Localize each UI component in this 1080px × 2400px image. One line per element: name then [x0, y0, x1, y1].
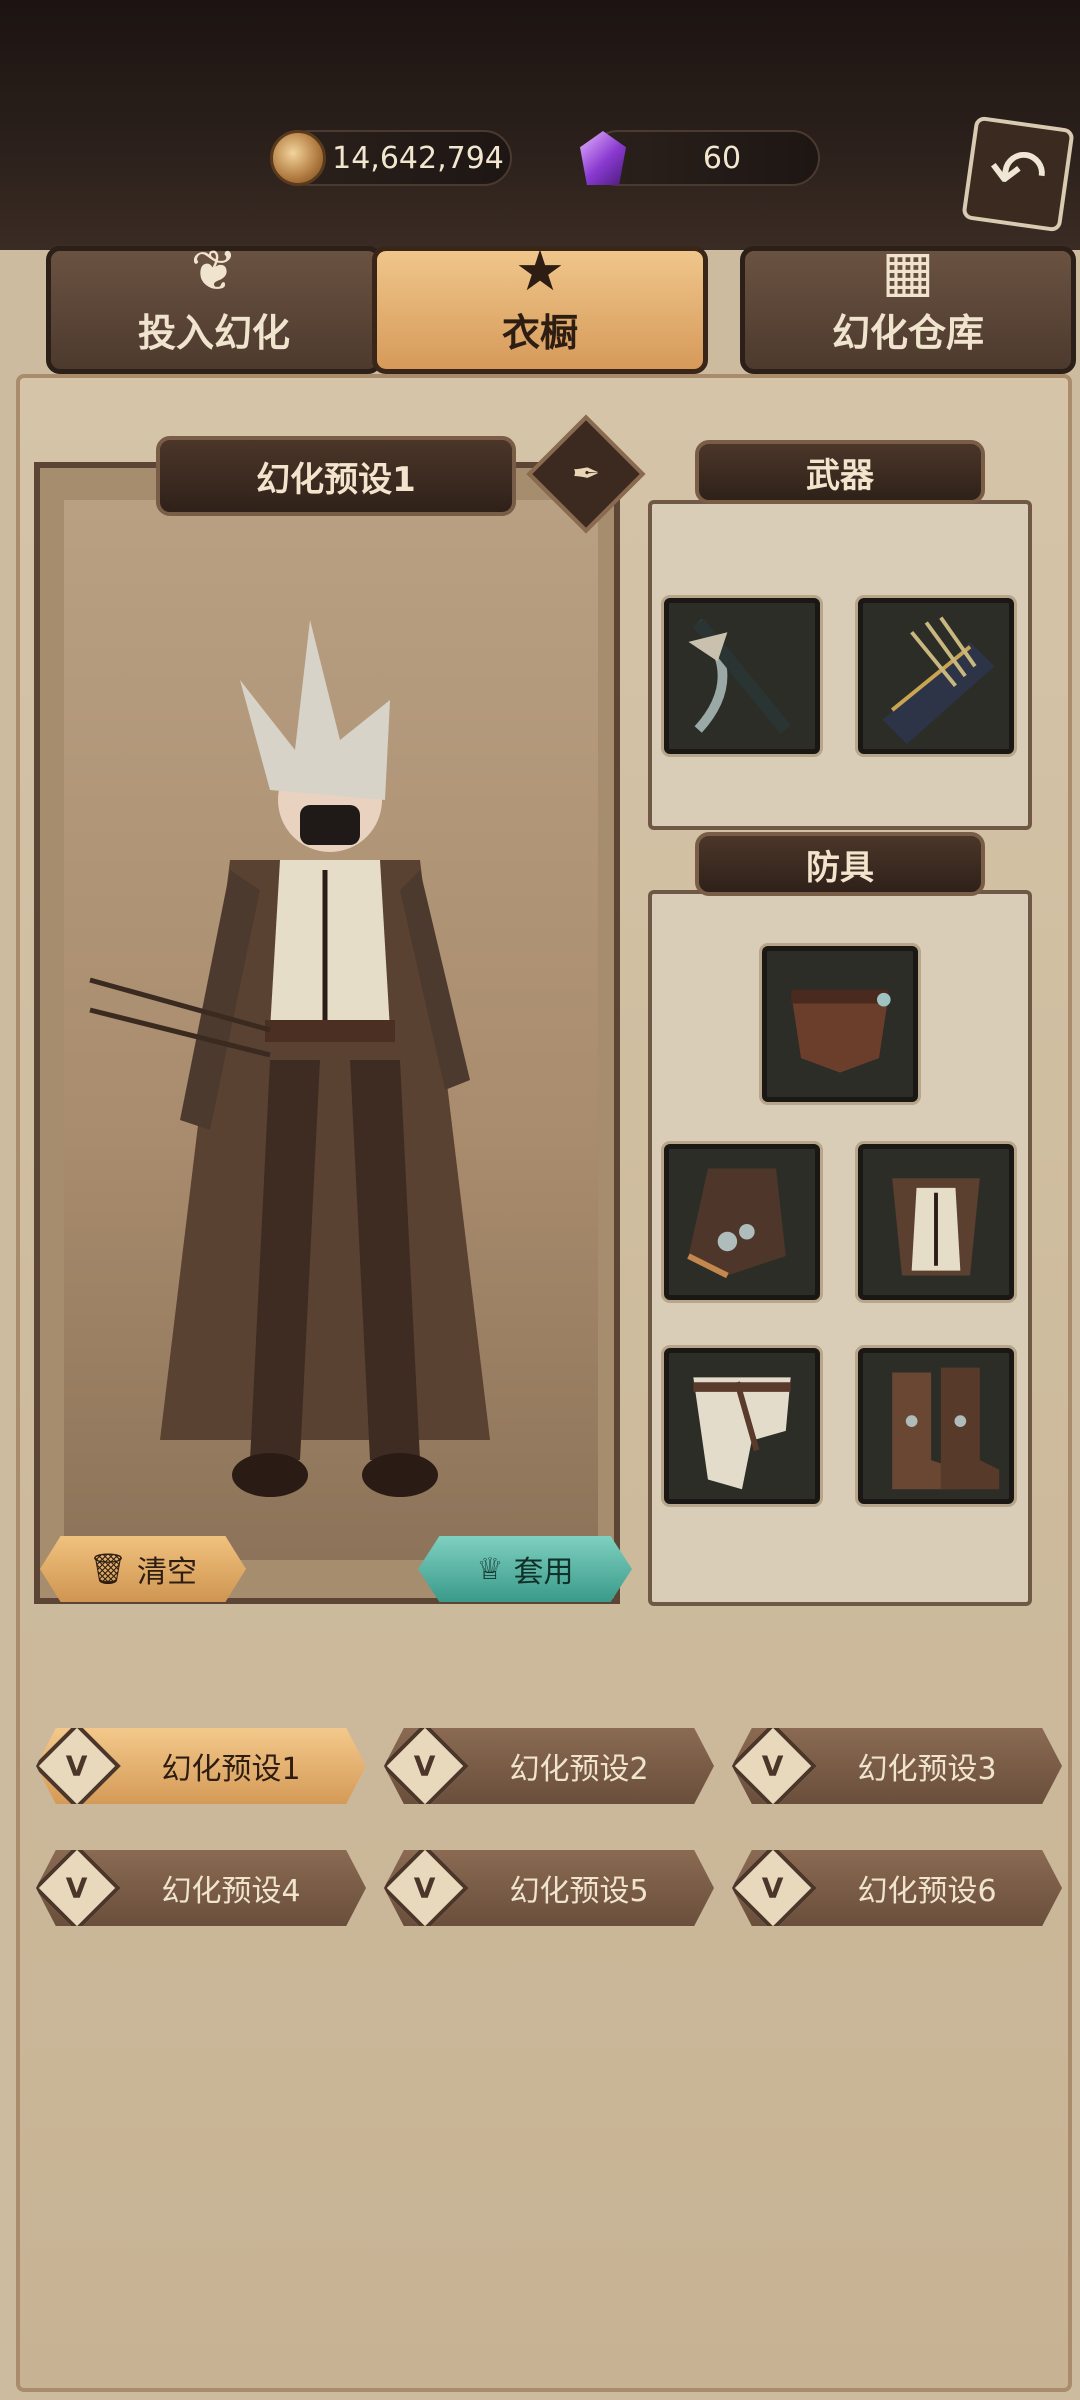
back-button[interactable]: ↶ — [961, 115, 1075, 233]
crown-icon: ♕ — [476, 1551, 504, 1587]
preset-button-2[interactable]: V 幻化预设2 — [384, 1728, 714, 1804]
preset-name-title: 幻化预设1 — [156, 436, 516, 516]
preset-button-1[interactable]: V 幻化预设1 — [36, 1728, 366, 1804]
preset-button-3[interactable]: V 幻化预设3 — [732, 1728, 1062, 1804]
character-model — [89, 620, 490, 1497]
tab-wardrobe[interactable]: ★ 衣橱 — [372, 239, 708, 374]
preset-button-6[interactable]: V 幻化预设6 — [732, 1850, 1062, 1926]
preset-button-5[interactable]: V 幻化预设5 — [384, 1850, 714, 1926]
armor-slot-mask[interactable] — [762, 946, 918, 1102]
armor-title: 防具 — [695, 832, 985, 896]
preset-label: 幻化预设5 — [509, 1874, 649, 1909]
tab-label: 衣橱 — [501, 311, 578, 355]
gold-amount: 14,642,794 — [332, 140, 504, 176]
armor-slot-boots[interactable] — [858, 1348, 1014, 1504]
preset-label: 幻化预设1 — [161, 1752, 301, 1787]
weapon-slot-quiver[interactable] — [858, 598, 1014, 754]
apply-label: 套用 — [513, 1555, 574, 1590]
feather-icon: ✒ — [571, 454, 601, 494]
back-arrow-icon: ↶ — [983, 129, 1053, 219]
gem-currency: 60 — [580, 130, 820, 186]
armor-slot-gloves[interactable] — [664, 1144, 820, 1300]
clear-button[interactable]: 🗑 清空 — [40, 1536, 246, 1602]
tab-label: 幻化仓库 — [831, 311, 984, 355]
preset-label: 幻化预设3 — [857, 1752, 997, 1787]
gold-currency: 14,642,794 — [270, 130, 512, 186]
trash-icon: 🗑 — [88, 1551, 128, 1587]
preset-label: 幻化预设4 — [161, 1874, 301, 1909]
gem-amount: 60 — [702, 140, 742, 176]
tab-transmog-storage[interactable]: ▦ 幻化仓库 — [740, 239, 1076, 374]
preset-label: 幻化预设2 — [509, 1752, 649, 1787]
top-bar — [0, 0, 1080, 250]
mask-icon: ❦ — [190, 239, 238, 304]
weapons-title: 武器 — [695, 440, 985, 504]
armor-slot-pants[interactable] — [664, 1348, 820, 1504]
preset-button-4[interactable]: V 幻化预设4 — [36, 1850, 366, 1926]
gold-coin-icon — [270, 130, 326, 186]
weapon-slot-bow[interactable] — [664, 598, 820, 754]
apply-button[interactable]: ♕ 套用 — [418, 1536, 632, 1602]
tab-submit-transmog[interactable]: ❦ 投入幻化 — [46, 239, 382, 374]
clear-label: 清空 — [137, 1555, 198, 1590]
preset-label: 幻化预设6 — [857, 1874, 997, 1909]
wardrobe-crest-icon: ★ — [514, 239, 566, 304]
tab-label: 投入幻化 — [137, 311, 290, 355]
armor-slot-chest[interactable] — [858, 1144, 1014, 1300]
cabinet-icon: ▦ — [881, 239, 935, 304]
